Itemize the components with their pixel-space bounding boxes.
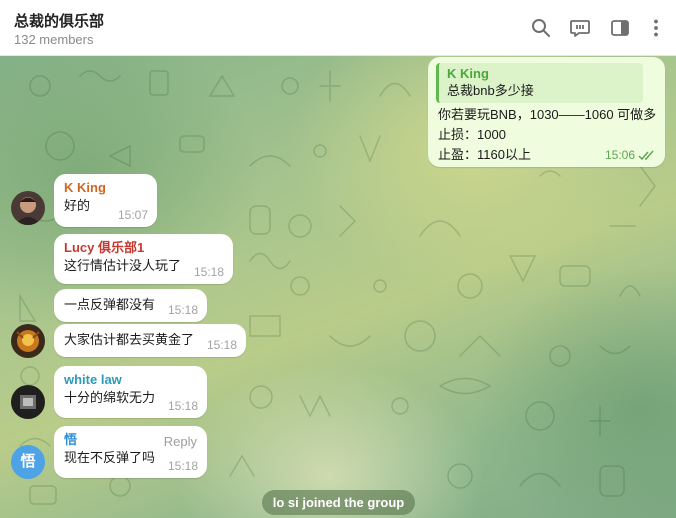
- member-count[interactable]: 132 members: [14, 32, 93, 47]
- message-bubble[interactable]: 大家估计都去买黄金了 15:18: [54, 324, 246, 357]
- reply-quote-sender: K King: [447, 66, 489, 81]
- message-bubble[interactable]: Lucy 俱乐部1 这行情估计没人玩了 15:18: [54, 234, 233, 284]
- reply-quote[interactable]: K King 总裁bnb多少接: [436, 63, 643, 103]
- message-text-line: 你若要玩BNB，1030——1060 可做多: [438, 107, 657, 122]
- sender-name[interactable]: K King: [64, 180, 147, 196]
- k-king-avatar[interactable]: [11, 191, 45, 225]
- more-vertical-icon[interactable]: [645, 17, 667, 39]
- lucy-avatar[interactable]: [11, 324, 45, 358]
- message-time: 15:18: [193, 265, 224, 279]
- outgoing-message[interactable]: K King 总裁bnb多少接 你若要玩BNB，1030——1060 可做多 止…: [428, 57, 665, 167]
- message-bubble[interactable]: K King 好的 15:07: [54, 174, 157, 227]
- reply-button[interactable]: Reply: [164, 434, 197, 449]
- message-bubble[interactable]: 悟 Reply 现在不反弹了吗 15:18: [54, 426, 207, 478]
- read-checkmarks-icon: [638, 150, 654, 161]
- message-time: 15:18: [167, 459, 198, 473]
- wu-avatar[interactable]: 悟: [11, 445, 45, 479]
- message-text-line: 止损：1000: [438, 127, 506, 142]
- message-bubble[interactable]: 一点反弹都没有 15:18: [54, 289, 207, 322]
- message-bubble[interactable]: white law 十分的绵软无力 15:18: [54, 366, 207, 418]
- comments-icon[interactable]: [569, 17, 591, 39]
- message-time: 15:18: [206, 338, 237, 352]
- message-time: 15:06: [604, 148, 635, 162]
- reply-quote-text: 总裁bnb多少接: [447, 83, 534, 98]
- sender-name[interactable]: Lucy 俱乐部1: [64, 240, 223, 256]
- search-icon[interactable]: [530, 17, 552, 39]
- message-time: 15:07: [117, 208, 148, 222]
- chat-header: 总裁的俱乐部 132 members: [0, 0, 676, 56]
- message-time: 15:18: [167, 303, 198, 317]
- white-law-avatar[interactable]: [11, 385, 45, 419]
- group-title[interactable]: 总裁的俱乐部: [14, 10, 104, 31]
- message-time: 15:18: [167, 399, 198, 413]
- chat-area[interactable]: K King 总裁bnb多少接 你若要玩BNB，1030——1060 可做多 止…: [0, 56, 676, 518]
- service-message: lo si joined the group: [262, 490, 415, 515]
- sidebar-toggle-icon[interactable]: [609, 17, 631, 39]
- sender-name[interactable]: white law: [64, 372, 197, 388]
